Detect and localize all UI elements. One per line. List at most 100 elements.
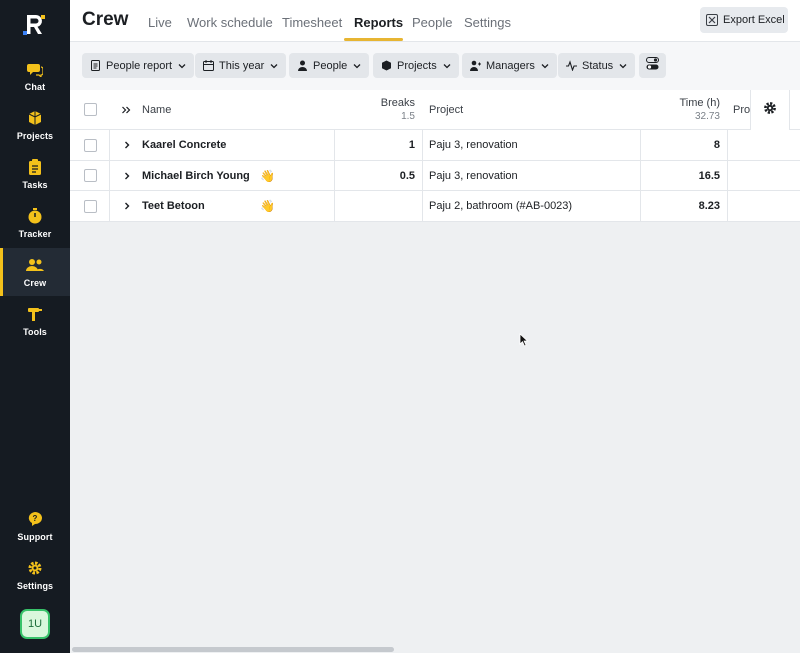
chevron-down-icon (178, 62, 186, 70)
filter-date-range[interactable]: This year (195, 53, 287, 78)
person-name[interactable]: Kaarel Concrete (142, 139, 226, 151)
tab-timesheet[interactable]: Timesheet (282, 15, 342, 30)
sidebar-item-crew[interactable]: Crew (0, 248, 70, 296)
export-excel-label: Export Excel (723, 14, 785, 26)
time-value: 8 (713, 139, 720, 151)
support-icon: ? (26, 510, 44, 528)
time-header-block: Time (h) 32.73 (679, 97, 720, 122)
tasks-icon (26, 158, 44, 176)
breaks-header-block: Breaks 1.5 (381, 97, 415, 122)
table-header: Name Breaks 1.5 Project Time (h) 32.73 P… (70, 90, 800, 130)
chevron-down-icon (541, 62, 549, 70)
filter-status[interactable]: Status (558, 53, 636, 78)
filter-label: People (313, 59, 348, 72)
projects-icon (26, 109, 44, 127)
mouse-cursor-icon (519, 333, 529, 347)
filter-label: Projects (397, 59, 437, 72)
project-value: Paju 3, renovation (429, 139, 518, 151)
project-value: Paju 3, renovation (429, 169, 518, 182)
time-total: 32.73 (694, 111, 720, 122)
table-settings-button[interactable] (750, 90, 790, 130)
column-breaks-label: Breaks (380, 97, 415, 109)
tab-work-schedule[interactable]: Work schedule (187, 15, 273, 30)
chevron-down-icon (443, 62, 451, 70)
sidebar-item-projects[interactable]: Projects (0, 101, 70, 149)
row-checkbox[interactable] (84, 199, 97, 213)
row-breaks-cell: 0.5 (335, 161, 422, 190)
chevron-right-icon[interactable] (122, 140, 132, 150)
table-row[interactable]: Teet Betoon 👋 Paju 2, bathroom (#AB-0023… (70, 191, 800, 222)
sidebar-item-settings[interactable]: Settings (0, 551, 70, 599)
row-breaks-cell: 1 (335, 130, 422, 160)
chat-icon (26, 60, 44, 78)
filter-label: People report (106, 59, 173, 72)
chevron-down-icon (353, 62, 361, 70)
table-row[interactable]: Michael Birch Young 👋 0.5 Paju 3, renova… (70, 161, 800, 191)
horizontal-scrollbar[interactable] (72, 647, 394, 652)
column-header-project-extra[interactable]: Pro (733, 90, 750, 129)
sidebar-item-label: Tasks (22, 180, 48, 190)
chevron-right-icon[interactable] (122, 201, 132, 211)
report-table: Name Breaks 1.5 Project Time (h) 32.73 P… (70, 90, 800, 222)
tab-settings[interactable]: Settings (464, 15, 511, 30)
tools-icon (26, 305, 44, 323)
filter-label: Managers (486, 59, 535, 72)
sidebar-item-chat[interactable]: Chat (0, 52, 70, 100)
filter-managers[interactable]: Managers (462, 53, 557, 78)
filter-people[interactable]: People (289, 53, 370, 78)
row-checkbox-cell (84, 161, 97, 190)
sidebar-item-tasks[interactable]: Tasks (0, 150, 70, 198)
page-title: Crew (82, 9, 129, 30)
tracker-icon (26, 207, 44, 225)
sidebar-item-support[interactable]: ? Support (0, 502, 70, 550)
tab-reports[interactable]: Reports (354, 15, 403, 30)
svg-text:?: ? (33, 514, 38, 523)
settings-icon (26, 559, 44, 577)
person-name[interactable]: Teet Betoon (142, 200, 205, 212)
column-header-project[interactable]: Project (429, 90, 463, 129)
row-expand-cell (122, 130, 132, 160)
sidebar-item-label: Tools (23, 327, 47, 337)
column-header-name[interactable]: Name (142, 90, 171, 129)
managers-icon (470, 60, 481, 71)
chevron-right-icon[interactable] (122, 171, 132, 181)
tab-people[interactable]: People (412, 15, 452, 30)
breaks-value: 0.5 (399, 169, 415, 182)
gear-icon (763, 101, 777, 120)
toggle-icon (646, 56, 659, 75)
row-time-cell: 16.5 (641, 161, 727, 190)
row-project-cell: Paju 2, bathroom (#AB-0023) (429, 191, 572, 221)
select-all-checkbox[interactable] (84, 103, 97, 116)
row-checkbox-cell (84, 191, 97, 221)
expand-all-icon[interactable] (121, 105, 131, 115)
sidebar-item-label: Projects (16, 131, 54, 141)
view-toggle-button[interactable] (639, 53, 666, 78)
app-logo[interactable] (21, 11, 49, 39)
row-checkbox[interactable] (84, 169, 97, 182)
expand-all-cell (121, 90, 131, 129)
column-time-label: Time (h) (679, 97, 720, 109)
status-icon (566, 60, 577, 71)
empty-content-area (70, 222, 800, 646)
export-excel-button[interactable]: Export Excel (700, 7, 788, 33)
column-header-time[interactable]: Time (h) 32.73 (641, 90, 727, 129)
tab-live[interactable]: Live (148, 15, 172, 30)
time-value: 8.23 (698, 200, 720, 212)
table-row[interactable]: Kaarel Concrete 1 Paju 3, renovation 8 (70, 130, 800, 161)
row-checkbox[interactable] (84, 138, 97, 152)
column-project-extra-label: Pro (733, 103, 751, 116)
filter-report-type[interactable]: People report (82, 53, 195, 78)
sidebar-item-label: Chat (24, 82, 46, 92)
column-header-breaks[interactable]: Breaks 1.5 (335, 90, 422, 129)
filter-projects[interactable]: Projects (373, 53, 459, 78)
sidebar-item-tools[interactable]: Tools (0, 297, 70, 345)
breaks-total: 1.5 (401, 111, 415, 122)
avatar[interactable]: 1U (20, 609, 50, 639)
column-name-label: Name (142, 103, 172, 116)
sidebar: Chat Projects Tasks Tracker Crew Tools ? (0, 0, 70, 653)
filter-toolbar: People report This year People Projects … (70, 42, 800, 90)
sidebar-item-tracker[interactable]: Tracker (0, 199, 70, 247)
sidebar-item-label: Tracker (18, 229, 52, 239)
person-name[interactable]: Michael Birch Young (142, 170, 250, 182)
project-value: Paju 2, bathroom (#AB-0023) (429, 200, 573, 212)
